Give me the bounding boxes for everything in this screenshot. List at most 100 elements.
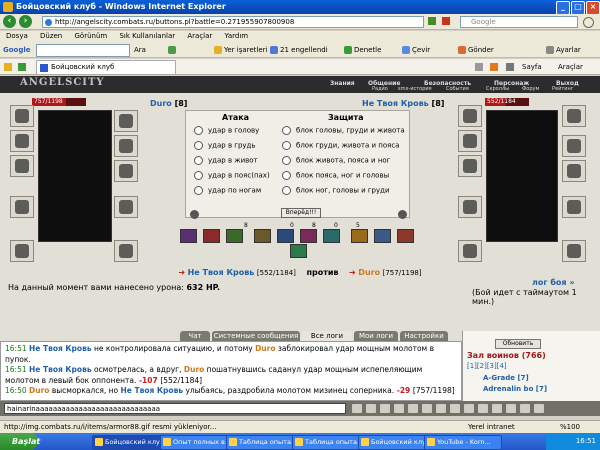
- people-icon[interactable]: [450, 404, 460, 413]
- send-chat-icon[interactable]: [352, 404, 362, 413]
- refresh-chat-icon[interactable]: [436, 404, 446, 413]
- enemy-slot-armor[interactable]: [458, 196, 482, 218]
- tools-menu[interactable]: Araçlar: [558, 59, 583, 75]
- slot-belt[interactable]: [10, 240, 34, 262]
- room-user[interactable]: Adrenalin bo [7]: [483, 385, 547, 393]
- subnav-smx[interactable]: smx-история: [398, 86, 432, 92]
- attack-option-legs[interactable]: удар по ногам: [194, 186, 261, 195]
- slot-gloves[interactable]: [114, 135, 138, 157]
- attack-option-head[interactable]: удар в голову: [194, 126, 259, 135]
- minimize-button[interactable]: _: [556, 1, 570, 15]
- enemy-slot-ring[interactable]: [562, 105, 586, 127]
- subnav-forum[interactable]: Форум: [522, 86, 539, 92]
- tab-chat[interactable]: Чат: [180, 331, 210, 341]
- close-button[interactable]: ×: [586, 1, 600, 15]
- slot-armor[interactable]: [10, 196, 34, 218]
- forward-button[interactable]: ›: [19, 15, 32, 28]
- menu-edit[interactable]: Düzen: [40, 32, 62, 40]
- player-avatar[interactable]: [38, 110, 112, 242]
- battle-enemy-name[interactable]: Не Твоя Кровь: [188, 268, 255, 277]
- enemy-slot-earrings[interactable]: [458, 130, 482, 152]
- battle-player-name[interactable]: Duro: [358, 268, 380, 277]
- home-icon[interactable]: [475, 63, 483, 71]
- menu-favorites[interactable]: Sık Kullanılanlar: [119, 32, 175, 40]
- search-input[interactable]: Google: [460, 16, 578, 28]
- smile-icon[interactable]: [366, 404, 376, 413]
- popup-blocker[interactable]: 21 engellendi: [270, 42, 328, 58]
- chat-input[interactable]: hainarinaaaaaaaaaaaaaaaaaaaaaaaaaaaaa: [4, 403, 346, 414]
- map-icon[interactable]: [492, 404, 502, 413]
- enemy-name[interactable]: Не Твоя Кровь [8]: [362, 99, 444, 108]
- translit-icon[interactable]: [408, 404, 418, 413]
- defense-option-1[interactable]: блок головы, груди и живота: [282, 126, 405, 135]
- favorites-star-icon[interactable]: [4, 63, 12, 71]
- slot-earrings[interactable]: [10, 130, 34, 152]
- help-icon[interactable]: [534, 404, 544, 413]
- url-input[interactable]: http://angelscity.combats.ru/buttons.pl?…: [42, 16, 424, 28]
- google-toolbar-input[interactable]: [36, 44, 130, 57]
- stop-icon[interactable]: [442, 17, 450, 25]
- enemy-slot-boots[interactable]: [562, 240, 586, 262]
- tab-active[interactable]: Бойцовский клуб: [36, 60, 176, 74]
- taskbar-item[interactable]: YouTube - Korn...: [424, 435, 502, 450]
- defense-option-3[interactable]: блок живота, пояса и ног: [282, 156, 390, 165]
- enemy-slot-belt[interactable]: [458, 240, 482, 262]
- forward-attack-button[interactable]: Вперёд!!!: [281, 208, 321, 218]
- slot-weapon[interactable]: [10, 155, 34, 177]
- skill-icon-7[interactable]: [323, 229, 340, 243]
- subnav-radio[interactable]: Радио: [372, 86, 388, 92]
- subnav-rating[interactable]: Рейтинг: [552, 86, 573, 92]
- room-user[interactable]: A-Grade [7]: [483, 374, 529, 382]
- refresh-battle-icon[interactable]: [190, 210, 199, 219]
- room-pages[interactable]: [1][2][3][4]: [467, 362, 507, 370]
- enemy-slot-gloves[interactable]: [562, 135, 586, 157]
- slot-boots[interactable]: [114, 240, 138, 262]
- skill-icon-4[interactable]: [254, 229, 271, 243]
- settings-button[interactable]: Ayarlar: [546, 42, 581, 58]
- tab-system-messages[interactable]: Системные сообщения: [212, 331, 300, 341]
- menu-tools[interactable]: Araçlar: [187, 32, 212, 40]
- skill-icon-2[interactable]: [203, 229, 220, 243]
- menu-file[interactable]: Dosya: [6, 32, 28, 40]
- subnav-events[interactable]: События: [446, 86, 469, 92]
- tab-my-logs[interactable]: Мои логи: [354, 331, 398, 341]
- defense-option-4[interactable]: блок пояса, ног и головы: [282, 171, 389, 180]
- defense-option-2[interactable]: блок груди, живота и пояса: [282, 141, 399, 150]
- tab-all-logs[interactable]: Все логи: [302, 331, 352, 341]
- lock-icon[interactable]: [520, 404, 530, 413]
- skill-icon-5[interactable]: [277, 229, 294, 243]
- google-search-button[interactable]: Ara: [134, 42, 146, 58]
- nav-knowledge[interactable]: Знания: [330, 80, 355, 87]
- send-button[interactable]: Gönder: [458, 42, 494, 58]
- google-extra-icon[interactable]: [168, 42, 178, 58]
- color-icon[interactable]: [422, 404, 432, 413]
- menu-help[interactable]: Yardım: [225, 32, 249, 40]
- auto-battle-icon[interactable]: [398, 210, 407, 219]
- spellcheck-button[interactable]: Denetle: [344, 42, 381, 58]
- maximize-button[interactable]: □: [571, 1, 585, 15]
- player-name[interactable]: Duro [8]: [150, 99, 187, 108]
- enemy-slot-weapon[interactable]: [458, 155, 482, 177]
- defense-option-5[interactable]: блок ног, головы и груди: [282, 186, 390, 195]
- skill-icon-9[interactable]: [374, 229, 391, 243]
- enemy-avatar[interactable]: [486, 110, 558, 242]
- page-menu[interactable]: Sayfa: [522, 59, 542, 75]
- update-button[interactable]: Обновить: [495, 339, 541, 349]
- slot-leggings[interactable]: [114, 196, 138, 218]
- bookmarks-button[interactable]: Yer işaretleri: [214, 42, 268, 58]
- attack-option-chest[interactable]: удар в грудь: [194, 141, 256, 150]
- filter-icon[interactable]: [380, 404, 390, 413]
- enemy-slot-shield[interactable]: [562, 160, 586, 182]
- search-icon[interactable]: [583, 17, 594, 28]
- subnav-scrolls[interactable]: Скроллы: [486, 86, 509, 92]
- skill-icon-8[interactable]: [351, 229, 368, 243]
- enemy-slot-helmet[interactable]: [458, 105, 482, 127]
- attack-option-groin[interactable]: удар в пояс(пах): [194, 171, 270, 180]
- slot-shield[interactable]: [114, 160, 138, 182]
- mail-icon[interactable]: [506, 404, 516, 413]
- battle-log-link[interactable]: лог боя »: [532, 278, 575, 287]
- skill-icon-10[interactable]: [397, 229, 414, 243]
- enemy-slot-leggings[interactable]: [562, 196, 586, 218]
- refresh-icon[interactable]: [428, 17, 436, 25]
- clear-icon[interactable]: [394, 404, 404, 413]
